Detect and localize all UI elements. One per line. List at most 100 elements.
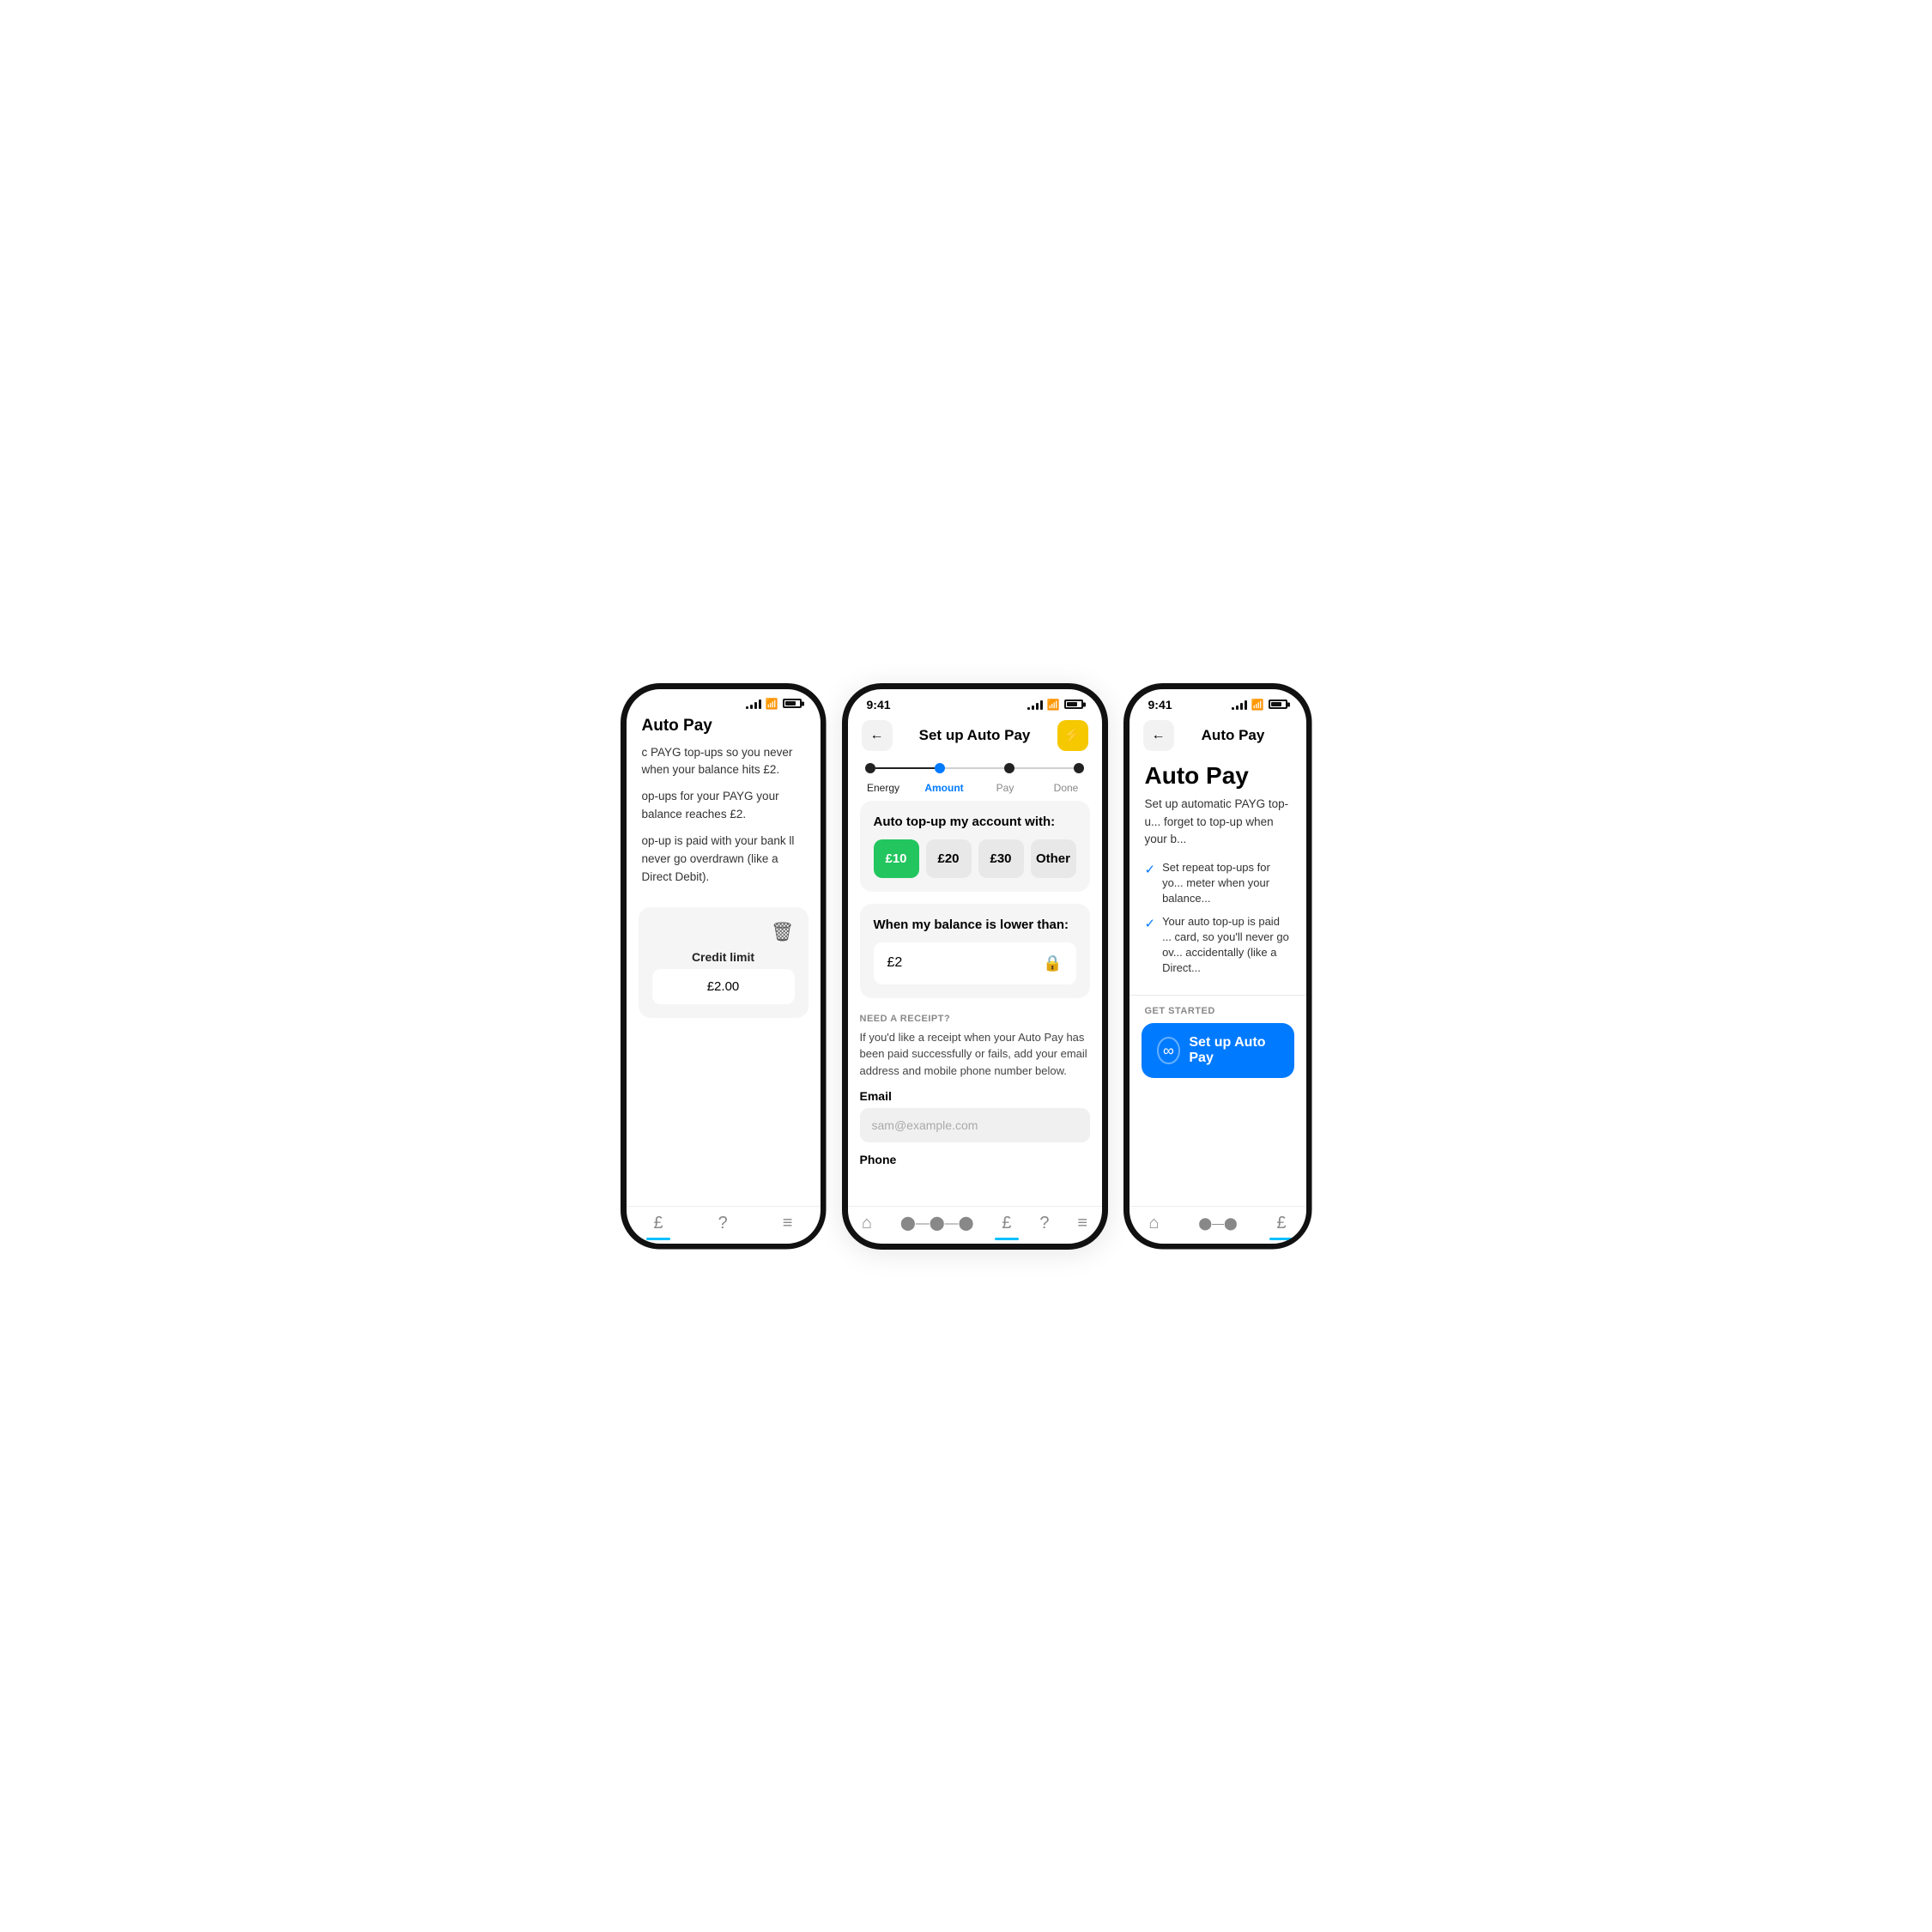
center-tab-payments[interactable]: £ (1002, 1214, 1011, 1233)
center-wifi-icon: 📶 (1047, 699, 1060, 711)
amount-btn-10[interactable]: £10 (874, 839, 919, 878)
autopay-btn-label: Set up Auto Pay (1189, 1035, 1278, 1066)
right-time: 9:41 (1148, 698, 1172, 712)
payments-icon: £ (654, 1214, 663, 1233)
check-item-2: ✓ Your auto top-up is paid ... card, so … (1145, 914, 1291, 977)
center-tab-home[interactable]: ⌂ (862, 1214, 872, 1233)
right-home-icon: ⌂ (1148, 1214, 1159, 1233)
step-line-1 (875, 767, 935, 769)
left-tab-bar: £ ? ≡ (627, 1206, 821, 1244)
right-tab-activity[interactable]: ⬤—⬤ (1198, 1216, 1237, 1231)
right-main-title: Auto Pay (1130, 758, 1306, 796)
right-signal-icon (1232, 700, 1247, 710)
right-phone: 9:41 📶 ← Auto Pay Auto Pay Set up automa… (1123, 683, 1312, 1250)
menu-icon: ≡ (783, 1214, 793, 1233)
check-item-1-text: Set repeat top-ups for yo... meter when … (1162, 860, 1290, 907)
signal-icon (746, 699, 761, 709)
balance-card-title: When my balance is lower than: (874, 918, 1076, 932)
back-arrow-icon: ← (870, 728, 884, 743)
trash-icon[interactable]: 🗑 (771, 921, 795, 943)
autopay-btn-icon: ∞ (1157, 1037, 1181, 1064)
right-wifi-icon: 📶 (1251, 699, 1264, 711)
right-payments-icon: £ (1276, 1214, 1286, 1233)
center-tab-menu[interactable]: ≡ (1077, 1214, 1087, 1233)
checkmark-icon-2: ✓ (1145, 915, 1156, 933)
amount-grid: £10 £20 £30 Other (874, 839, 1076, 878)
right-status-bar: 9:41 📶 (1130, 689, 1306, 715)
right-battery-icon (1269, 700, 1287, 709)
center-time: 9:41 (867, 698, 891, 712)
balance-card: When my balance is lower than: £2 🔒 (860, 904, 1090, 998)
amount-btn-other[interactable]: Other (1031, 839, 1076, 878)
left-tab-help[interactable]: ? (718, 1214, 728, 1233)
center-content: Auto top-up my account with: £10 £20 £30… (848, 801, 1102, 1206)
payments-icon: £ (1002, 1214, 1011, 1233)
check-item-1: ✓ Set repeat top-ups for yo... meter whe… (1145, 860, 1291, 907)
right-back-arrow-icon: ← (1152, 728, 1166, 743)
activity-icon: ⬤—⬤—⬤ (900, 1214, 974, 1232)
help-icon: ? (1039, 1214, 1049, 1233)
center-signal-icon (1027, 700, 1043, 710)
center-tab-help[interactable]: ? (1039, 1214, 1049, 1233)
step-label-pay: Pay (982, 782, 1029, 794)
left-phone: 📶 Auto Pay c PAYG top-ups so you never w… (621, 683, 827, 1250)
center-battery-icon (1064, 700, 1083, 709)
left-page-title: Auto Pay (642, 717, 712, 735)
balance-input-row[interactable]: £2 🔒 (874, 942, 1076, 984)
right-activity-icon: ⬤—⬤ (1198, 1216, 1237, 1231)
email-field-label: Email (860, 1089, 1090, 1103)
scene: 📶 Auto Pay c PAYG top-ups so you never w… (586, 649, 1347, 1284)
help-icon: ? (718, 1214, 728, 1233)
right-tab-payments[interactable]: £ (1276, 1214, 1286, 1233)
right-tab-bar: ⌂ ⬤—⬤ £ (1130, 1206, 1306, 1244)
left-body-text: c PAYG top-ups so you never when your ba… (627, 744, 821, 895)
stepper (848, 758, 1102, 782)
right-subtitle: Set up automatic PAYG top-u... forget to… (1130, 796, 1306, 860)
email-input[interactable]: sam@example.com (860, 1108, 1090, 1142)
amount-card: Auto top-up my account with: £10 £20 £30… (860, 801, 1090, 892)
right-nav-header: ← Auto Pay (1130, 715, 1306, 758)
step-dot-pay (1004, 763, 1014, 773)
step-dot-energy (865, 763, 875, 773)
center-status-bar: 9:41 📶 (848, 689, 1102, 715)
receipt-section: NEED A RECEIPT? If you'd like a receipt … (860, 1010, 1090, 1178)
step-label-energy: Energy (860, 782, 907, 794)
credit-limit-value: £2.00 (652, 969, 795, 1004)
balance-value: £2 (887, 955, 903, 971)
step-label-amount: Amount (921, 782, 968, 794)
check-item-2-text: Your auto top-up is paid ... card, so yo… (1162, 914, 1290, 977)
step-line-2 (945, 767, 1004, 769)
amount-btn-20[interactable]: £20 (926, 839, 972, 878)
stepper-labels: Energy Amount Pay Done (848, 782, 1102, 801)
right-back-button[interactable]: ← (1143, 720, 1174, 751)
checkmark-icon-1: ✓ (1145, 861, 1156, 879)
credit-limit-label: Credit limit (692, 950, 754, 964)
center-tab-activity[interactable]: ⬤—⬤—⬤ (900, 1214, 974, 1232)
left-tab-payments[interactable]: £ (654, 1214, 663, 1233)
setup-autopay-button[interactable]: ∞ Set up Auto Pay (1142, 1023, 1294, 1078)
receipt-label: NEED A RECEIPT? (860, 1014, 1090, 1024)
get-started-label: GET STARTED (1130, 995, 1306, 1023)
center-nav-title: Set up Auto Pay (893, 727, 1057, 744)
lightning-icon: ⚡ (1063, 727, 1081, 744)
right-tab-home[interactable]: ⌂ (1148, 1214, 1159, 1233)
left-tab-menu[interactable]: ≡ (783, 1214, 793, 1233)
home-icon: ⌂ (862, 1214, 872, 1233)
wifi-icon: 📶 (766, 698, 778, 710)
center-phone: 9:41 📶 ← Set up Auto Pay ⚡ (842, 683, 1108, 1250)
center-tab-bar: ⌂ ⬤—⬤—⬤ £ ? ≡ (848, 1206, 1102, 1244)
center-back-button[interactable]: ← (862, 720, 893, 751)
credit-limit-card: 🗑 Credit limit £2.00 (639, 907, 809, 1018)
step-line-3 (1014, 767, 1074, 769)
step-dot-done (1074, 763, 1084, 773)
battery-icon (783, 699, 802, 708)
center-action-button[interactable]: ⚡ (1057, 720, 1088, 751)
center-nav-header: ← Set up Auto Pay ⚡ (848, 715, 1102, 758)
amount-card-title: Auto top-up my account with: (874, 815, 1076, 829)
phone-field-label: Phone (860, 1153, 1090, 1166)
right-nav-title: Auto Pay (1174, 727, 1293, 744)
menu-icon: ≡ (1077, 1214, 1087, 1233)
amount-btn-30[interactable]: £30 (978, 839, 1024, 878)
step-label-done: Done (1043, 782, 1090, 794)
check-list: ✓ Set repeat top-ups for yo... meter whe… (1130, 860, 1306, 995)
